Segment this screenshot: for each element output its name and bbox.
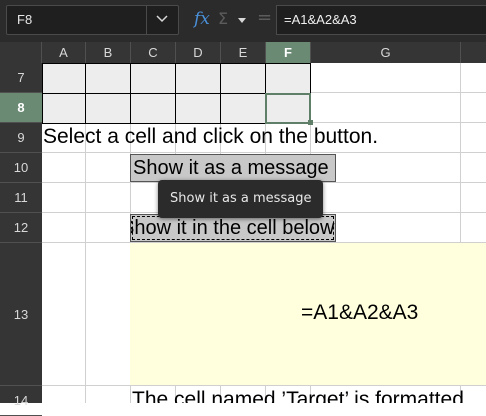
sum-icon[interactable]: Σ [218, 9, 228, 28]
cell-d8[interactable] [175, 93, 221, 124]
formula-bar: F8 fx Σ = =A1&A2&A3 [0, 0, 486, 43]
function-wizard-icon[interactable]: fx [194, 9, 210, 29]
cell-c8[interactable] [130, 93, 176, 124]
formula-text: =A1&A2&A3 [284, 12, 357, 27]
cell-b7[interactable] [85, 63, 131, 94]
cell-f7[interactable] [265, 63, 311, 94]
column-header-e[interactable]: E [221, 42, 266, 63]
button-tooltip: Show it as a message [158, 180, 324, 218]
name-box-dropdown-button[interactable] [146, 6, 178, 34]
column-header-row: A B C D E F G [0, 42, 486, 63]
row-header-7[interactable]: 7 [0, 63, 42, 93]
row-header-column: 7 8 9 10 11 12 13 14 [0, 63, 42, 416]
show-in-cell-below-button[interactable]: Show it in the cell below [130, 214, 336, 242]
cell-c7[interactable] [130, 63, 176, 94]
select-all-corner[interactable] [0, 42, 42, 63]
row-header-8[interactable]: 8 [0, 93, 42, 123]
row-header-9[interactable]: 9 [0, 123, 42, 153]
row-header-12[interactable]: 12 [0, 213, 42, 243]
cell-e7[interactable] [220, 63, 266, 94]
row-header-11[interactable]: 11 [0, 183, 42, 213]
cell-d7[interactable] [175, 63, 221, 94]
cell-f8-selected[interactable] [265, 93, 311, 124]
name-box-value: F8 [17, 12, 33, 27]
column-header-g[interactable]: G [311, 42, 461, 63]
sum-dropdown-icon[interactable] [238, 18, 246, 23]
chevron-down-icon [156, 15, 168, 23]
row-header-10[interactable]: 10 [0, 153, 42, 183]
column-header-f[interactable]: F [266, 42, 311, 63]
target-value: =A1&A2&A3 [301, 301, 419, 324]
column-header-c[interactable]: C [131, 42, 176, 63]
spreadsheet-grid[interactable]: Select a cell and click on the button. S… [42, 63, 486, 403]
cell-e8[interactable] [220, 93, 266, 124]
formula-equals-icon[interactable]: = [257, 7, 272, 28]
formula-input[interactable]: =A1&A2&A3 [276, 5, 486, 35]
show-in-cell-below-label: Show it in the cell below [130, 217, 335, 239]
column-header-d[interactable]: D [176, 42, 221, 63]
target-cell[interactable]: =A1&A2&A3 [130, 243, 486, 385]
column-header-a[interactable]: A [42, 42, 86, 63]
cell-a8[interactable] [42, 93, 86, 124]
grid-line [42, 152, 486, 153]
instruction-text: Select a cell and click on the button. [43, 125, 379, 148]
note-text: The cell named ’Target’ is formatted [132, 388, 464, 403]
show-as-message-button[interactable]: Show it as a message [130, 154, 336, 182]
name-box[interactable]: F8 [6, 5, 179, 35]
cell-a7[interactable] [42, 63, 86, 94]
row-header-14[interactable]: 14 [0, 386, 42, 416]
row-header-13[interactable]: 13 [0, 243, 42, 386]
column-header-b[interactable]: B [86, 42, 131, 63]
grid-line [42, 385, 486, 386]
cell-b8[interactable] [85, 93, 131, 124]
